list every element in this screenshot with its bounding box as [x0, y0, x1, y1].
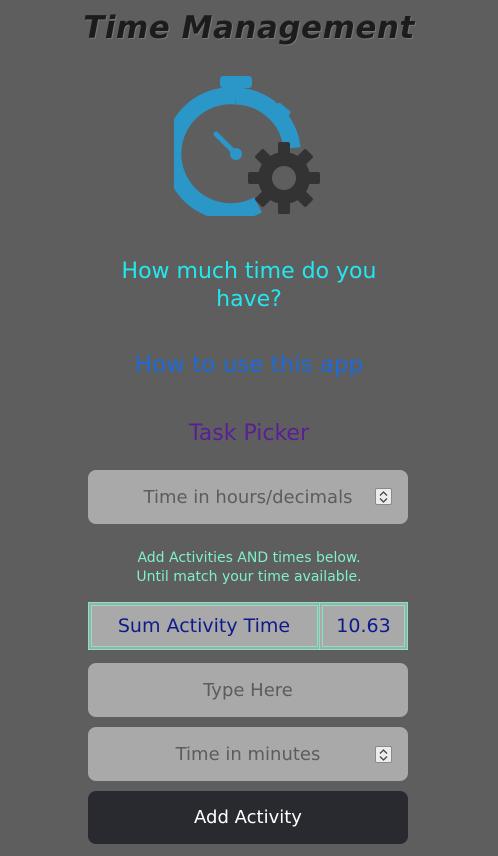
spinner-arrows-icon: [379, 748, 388, 761]
app-title: Time Management: [83, 10, 415, 46]
hours-input[interactable]: [88, 470, 408, 524]
hint-line-2: Until match your time available.: [136, 569, 362, 585]
hours-spinner[interactable]: [375, 488, 392, 505]
sum-activity-label: Sum Activity Time: [89, 603, 320, 649]
add-activity-button[interactable]: Add Activity: [88, 791, 408, 844]
page: Time Management How much time do you hav…: [0, 0, 498, 856]
how-to-use-link[interactable]: How to use this app: [0, 352, 498, 378]
minutes-input[interactable]: [88, 727, 408, 781]
sum-activity-value: 10.63: [320, 603, 407, 649]
activity-input[interactable]: [88, 663, 408, 717]
time-question: How much time do you have?: [121, 259, 377, 312]
spinner-arrows-icon: [379, 490, 388, 503]
hint-line-1: Add Activities AND times below.: [137, 550, 361, 566]
stopwatch-gear-icon: [164, 74, 324, 221]
task-picker-link[interactable]: Task Picker: [0, 421, 498, 446]
minutes-spinner[interactable]: [375, 746, 392, 763]
sum-activity-table: Sum Activity Time 10.63: [88, 602, 408, 650]
instructions-text: Add Activities AND times below. Until ma…: [0, 549, 498, 587]
